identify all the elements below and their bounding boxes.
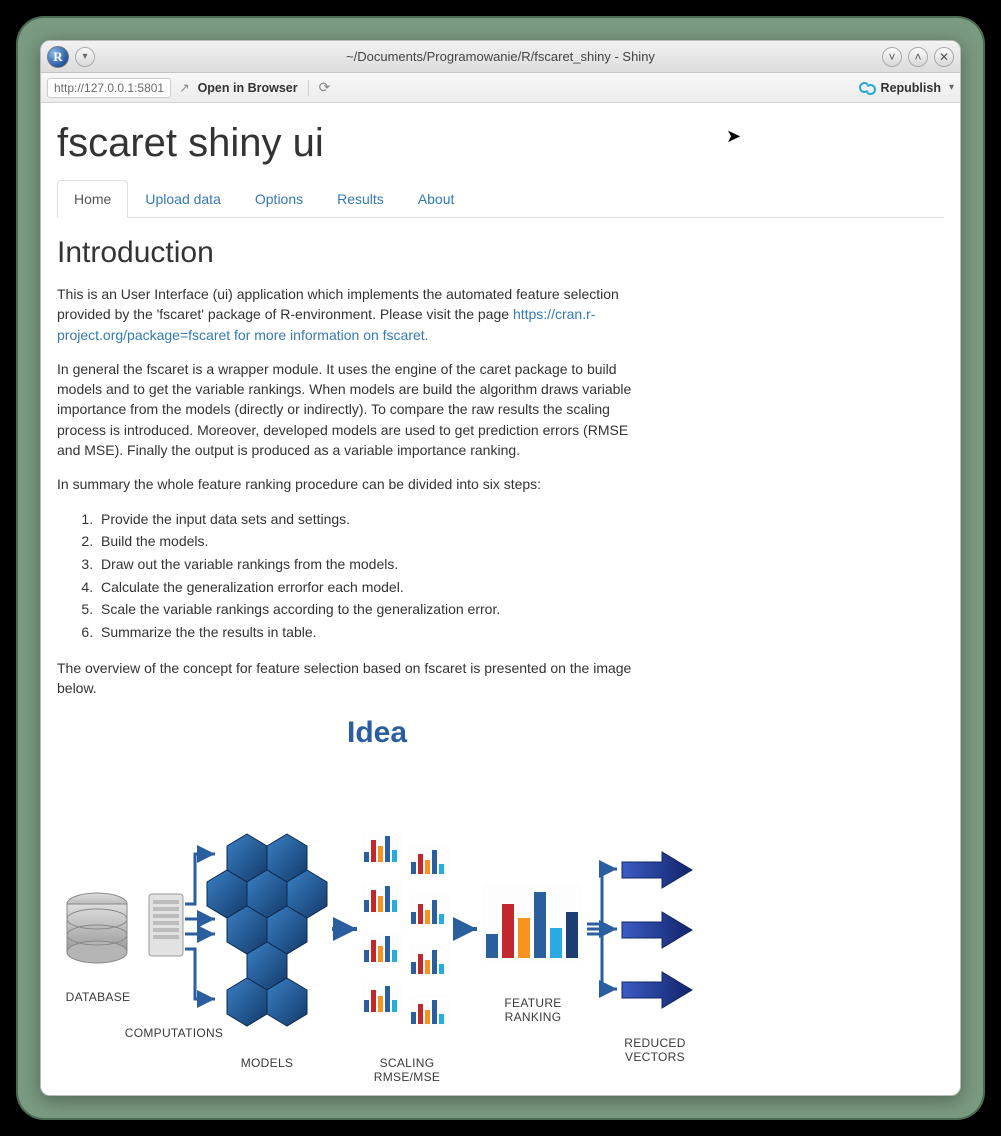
url-field[interactable]: http://127.0.0.1:5801 [47, 78, 171, 98]
tab-options[interactable]: Options [238, 180, 320, 217]
tab-about[interactable]: About [401, 180, 472, 217]
republish-icon [859, 82, 875, 94]
concept-diagram: Idea [57, 716, 697, 1094]
list-item: Scale the variable rankings according to… [97, 599, 637, 621]
toolbar-separator [308, 80, 309, 96]
minimize-icon[interactable]: ˅ [882, 47, 902, 67]
list-item: Provide the input data sets and settings… [97, 509, 637, 531]
r-app-icon: R [47, 46, 69, 68]
reduced-vectors-arrows-icon [622, 852, 692, 1008]
database-icon [67, 893, 127, 963]
republish-dropdown-icon[interactable]: ▾ [949, 82, 954, 93]
diagram-label-database: DATABASE [63, 990, 133, 1004]
reload-icon[interactable]: ⟳ [319, 79, 331, 96]
browser-toolbar: http://127.0.0.1:5801 ↗ Open in Browser … [41, 73, 960, 103]
diagram-label-reduced-vectors: REDUCED VECTORS [595, 1036, 715, 1064]
page-title: fscaret shiny ui [57, 121, 944, 166]
section-heading: Introduction [57, 236, 944, 270]
hexagons-icon [207, 834, 327, 1026]
list-item: Calculate the generalization errorfor ea… [97, 577, 637, 599]
server-icon [149, 894, 183, 956]
fanout-arrows [185, 854, 215, 999]
close-icon[interactable]: ✕ [934, 47, 954, 67]
popout-icon[interactable]: ↗ [179, 80, 189, 95]
diagram-label-feature-ranking: FEATURE RANKING [475, 996, 591, 1024]
tab-results[interactable]: Results [320, 180, 401, 217]
fanout-arrows-2 [587, 869, 617, 989]
intro-prose: This is an User Interface (ui) applicati… [57, 284, 637, 698]
page-content: fscaret shiny ui Home Upload data Option… [41, 103, 960, 1095]
intro-paragraph-2: In general the fscaret is a wrapper modu… [57, 359, 637, 460]
diagram-label-models: MODELS [227, 1056, 307, 1070]
titlebar: R ▾ ~/Documents/Programowanie/R/fscaret_… [41, 41, 960, 73]
window-title: ~/Documents/Programowanie/R/fscaret_shin… [41, 49, 960, 64]
intro-paragraph-1: This is an User Interface (ui) applicati… [57, 284, 637, 345]
list-item: Draw out the variable rankings from the … [97, 554, 637, 576]
intro-paragraph-4: The overview of the concept for feature … [57, 658, 637, 699]
list-item: Summarize the the results in table. [97, 622, 637, 644]
tab-bar: Home Upload data Options Results About [57, 180, 944, 218]
tab-upload-data[interactable]: Upload data [128, 180, 238, 217]
diagram-label-computations: COMPUTATIONS [119, 1026, 229, 1040]
list-item: Build the models. [97, 531, 637, 553]
open-in-browser-button[interactable]: Open in Browser [198, 81, 298, 95]
tab-home[interactable]: Home [57, 180, 128, 218]
diagram-title: Idea [57, 716, 697, 750]
feature-ranking-chart-icon [482, 884, 582, 962]
republish-button[interactable]: Republish [881, 81, 941, 95]
app-window: R ▾ ~/Documents/Programowanie/R/fscaret_… [40, 40, 961, 1096]
steps-list: Provide the input data sets and settings… [97, 509, 637, 644]
intro-paragraph-3: In summary the whole feature ranking pro… [57, 474, 637, 494]
diagram-svg [57, 764, 697, 1064]
scaling-charts-icon [362, 832, 449, 1026]
maximize-icon[interactable]: ˄ [908, 47, 928, 67]
app-menu-dropdown-icon[interactable]: ▾ [75, 47, 95, 67]
diagram-label-scaling: SCALING RMSE/MSE [357, 1056, 457, 1084]
